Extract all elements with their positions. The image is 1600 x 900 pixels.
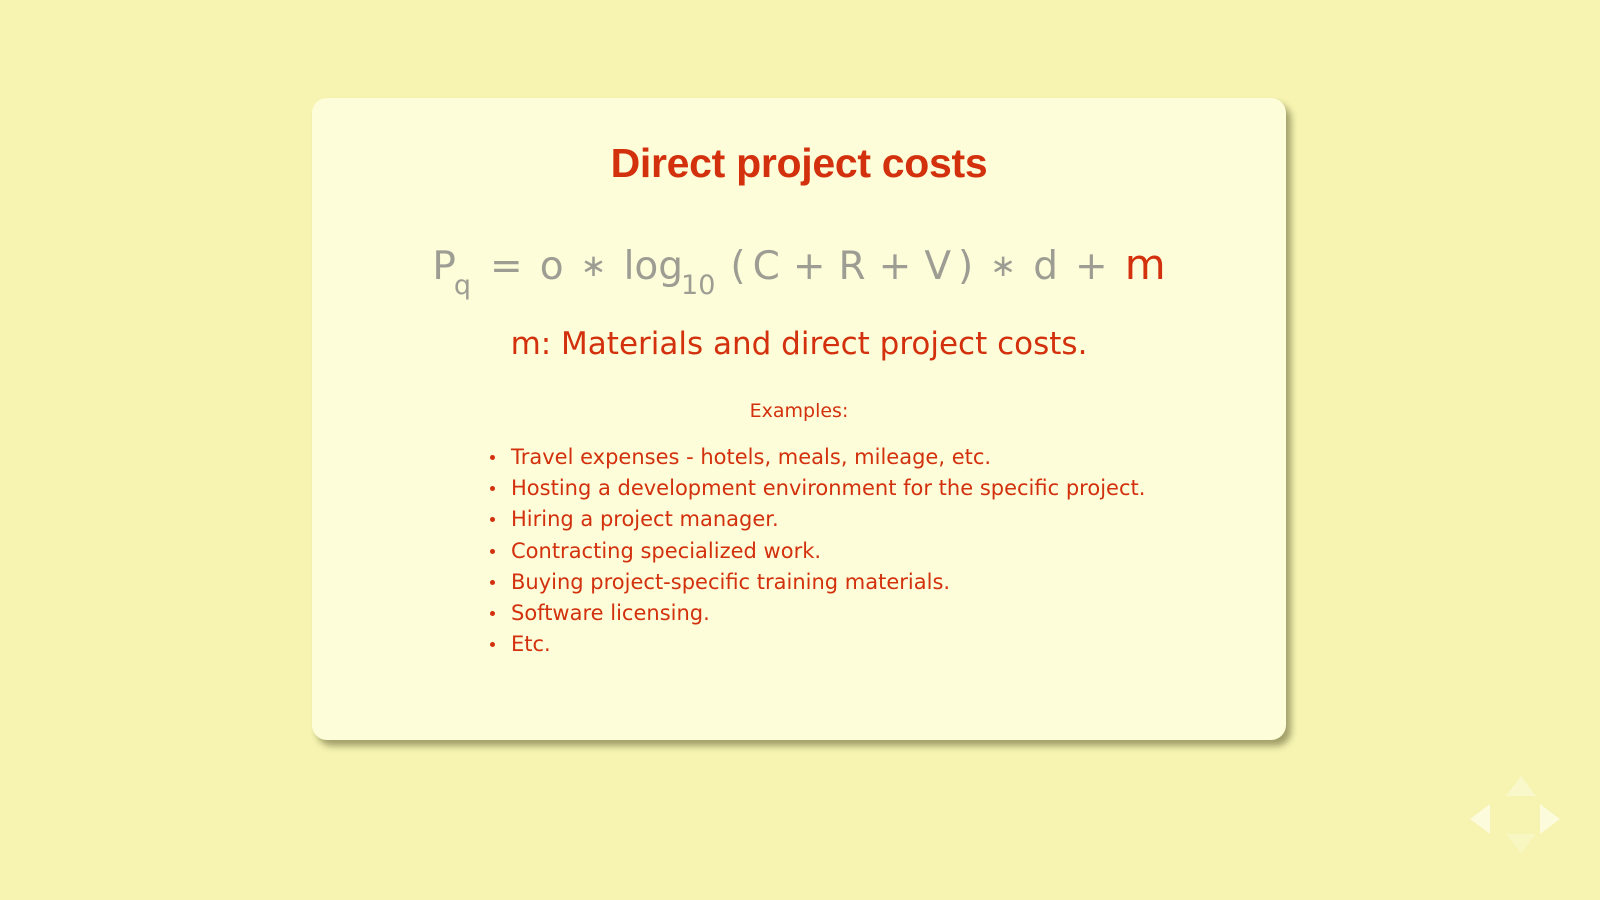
bullet-dot-icon — [490, 579, 495, 585]
slide-subtitle: m: Materials and direct project costs. — [510, 326, 1088, 362]
formula-token-asterisk-1: ∗ — [580, 248, 607, 284]
list-item-label: Software licensing. — [511, 601, 710, 626]
list-item: Travel expenses - hotels, meals, mileage… — [479, 442, 1145, 473]
formula-token-paren-close: ) — [958, 244, 974, 289]
list-item-label: Hiring a project manager. — [511, 507, 779, 532]
list-item-label: Hosting a development environment for th… — [511, 476, 1146, 501]
list-item: Buying project-specific training materia… — [479, 567, 1145, 598]
slide-card: Direct project costs Pq = o ∗ log10 (C + R + V) ∗ d… — [312, 98, 1286, 740]
nav-previous-slide-arrow-icon[interactable] — [1470, 804, 1490, 834]
bullet-dot-icon — [490, 611, 495, 617]
formula-token-c: C — [752, 244, 780, 289]
slide-navigation-controls[interactable] — [1462, 772, 1572, 882]
formula-expression: Pq = o ∗ log10 (C + R + V) ∗ d + m — [312, 240, 1286, 300]
page-title: Direct project costs — [610, 140, 988, 186]
nav-next-slide-arrow-icon[interactable] — [1540, 804, 1560, 834]
examples-label: Examples: — [749, 400, 849, 422]
formula-token-p: P — [432, 244, 456, 289]
formula-token-d: d — [1033, 244, 1058, 289]
nav-down-arrow-icon[interactable] — [1506, 834, 1536, 854]
formula-token-plus-3: + — [1075, 244, 1108, 289]
bullet-dot-icon — [490, 455, 495, 460]
list-item: Hiring a project manager. — [479, 504, 1145, 535]
list-item-label: Travel expenses - hotels, meals, mileage… — [511, 445, 992, 469]
bullet-dot-icon — [490, 517, 495, 523]
formula-token-o: o — [539, 244, 564, 289]
formula-token-equals: = — [490, 244, 523, 289]
bullet-dot-icon — [490, 486, 495, 492]
list-item: Contracting specialized work. — [479, 536, 1145, 567]
bullet-dot-icon — [490, 548, 495, 554]
bullet-dot-icon — [490, 642, 495, 648]
nav-up-arrow-icon[interactable] — [1506, 776, 1536, 796]
formula-token-asterisk-2: ∗ — [990, 248, 1017, 284]
formula-token-m-highlighted: m — [1124, 240, 1166, 289]
list-item-label: Etc. — [511, 632, 551, 657]
formula-token-log: log — [623, 244, 684, 289]
list-item: Software licensing. — [479, 598, 1145, 629]
list-item: Hosting a development environment for th… — [479, 473, 1145, 504]
list-item: Etc. — [479, 629, 1145, 660]
list-item-label: Buying project-specific training materia… — [511, 569, 951, 594]
formula-token-v: V — [924, 244, 952, 289]
formula-token-plus-2: + — [878, 244, 912, 289]
list-item-label: Contracting specialized work. — [511, 538, 822, 563]
formula-token-plus-1: + — [792, 244, 826, 289]
examples-list: Travel expenses - hotels, meals, mileage… — [479, 442, 1145, 660]
formula-subscript-10: 10 — [681, 270, 716, 301]
formula-token-paren-open: ( — [730, 244, 746, 289]
formula-token-r: R — [838, 244, 866, 289]
formula-subscript-q: q — [453, 270, 472, 301]
